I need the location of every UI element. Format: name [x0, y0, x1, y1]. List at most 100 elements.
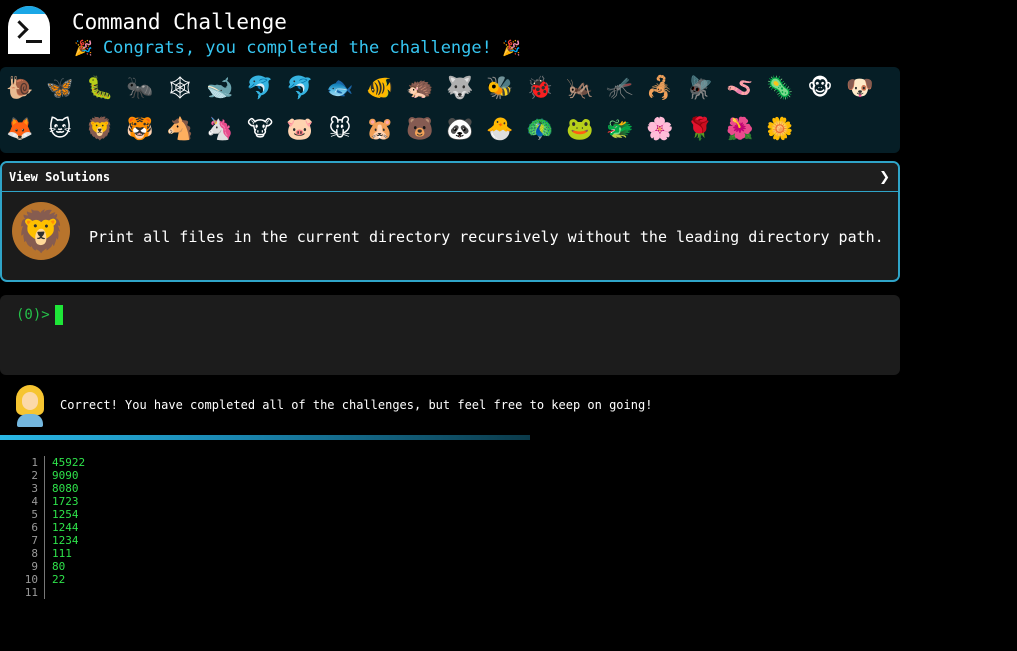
challenge-animal-icon[interactable]: 🐲 [600, 109, 640, 149]
challenge-animal-icon[interactable]: 🐱 [40, 109, 80, 149]
output-value: 8080 [52, 482, 79, 495]
party-popper-icon: 🎉 [502, 39, 521, 57]
challenge-animal-icon[interactable]: 🐺 [440, 68, 480, 108]
challenge-animal-icon[interactable]: 🦊 [0, 109, 40, 149]
line-number: 5 [0, 508, 45, 521]
output-line: 5 1254 [0, 508, 400, 521]
challenge-animal-icon[interactable]: 🦠 [760, 68, 800, 108]
challenge-animal-icon[interactable]: 🐸 [560, 109, 600, 149]
command-output: 1 45922 2 9090 3 8080 4 1723 5 1254 6 1244 7 1234 8 111… [0, 456, 400, 599]
output-line: 7 1234 [0, 534, 400, 547]
output-value: 1234 [52, 534, 79, 547]
output-line: 9 80 [0, 560, 400, 573]
output-value: 1723 [52, 495, 79, 508]
challenge-animal-icon[interactable]: 🕸 [160, 68, 200, 108]
terminal-input[interactable]: (0)> [0, 295, 900, 375]
terminal-prompt: (0)> [16, 307, 50, 323]
solutions-panel: View Solutions ❯ 🦁 Print all files in th… [0, 161, 900, 282]
output-value: 1254 [52, 508, 79, 521]
challenge-animal-icon[interactable]: 🦄 [200, 109, 240, 149]
challenge-animal-icon[interactable]: 🐵 [800, 68, 840, 108]
challenge-animal-icon[interactable]: 🐷 [280, 109, 320, 149]
progress-bar [0, 435, 530, 440]
animal-row: 🐌 🦋 🐛 🐜 🕸 🐋 🐬 🐬 🐟 🐠 🦔 🐺 🐝 🐞 🦗 🦟 🦂 🪰 🪱 🦠 🐵 🐶 [0, 68, 880, 108]
terminal-logo-icon[interactable] [8, 6, 50, 54]
challenge-animal-icon[interactable]: 🐜 [120, 68, 160, 108]
chevron-right-icon[interactable]: ❯ [879, 170, 890, 185]
challenge-animal-icon[interactable]: 🐯 [120, 109, 160, 149]
animal-row: 🦊 🐱 🦁 🐯 🐴 🦄 🐮 🐷 🐭 🐹 🐻 🐼 🐣 🦚 🐸 🐲 🌸 🌹 🌺 🌼 [0, 109, 800, 149]
challenge-animal-icon[interactable]: 🪰 [680, 68, 720, 108]
output-value: 22 [52, 573, 66, 586]
output-line: 11 [0, 586, 400, 599]
challenge-animal-icon[interactable]: 🌺 [720, 109, 760, 149]
line-number: 3 [0, 482, 45, 495]
challenge-animal-icon[interactable]: 🐴 [160, 109, 200, 149]
challenge-animal-icon[interactable]: 🐣 [480, 109, 520, 149]
challenge-animal-icon[interactable]: 🐛 [80, 68, 120, 108]
output-value: 9090 [52, 469, 79, 482]
terminal-cursor [55, 305, 63, 325]
output-line: 3 8080 [0, 482, 400, 495]
progress-fill [0, 435, 530, 440]
challenge-animal-icon[interactable]: 🦚 [520, 109, 560, 149]
view-solutions-toggle[interactable]: View Solutions ❯ [2, 163, 898, 192]
challenge-animal-icon[interactable]: 🐬 [240, 68, 280, 108]
line-number: 1 [0, 456, 45, 469]
lion-avatar-icon: 🦁 [12, 202, 70, 260]
output-value: 45922 [52, 456, 86, 469]
challenge-animal-icon[interactable]: 🌼 [760, 109, 800, 149]
challenge-animal-icon[interactable]: 🐬 [280, 68, 320, 108]
challenge-animal-icon[interactable]: 🐹 [360, 109, 400, 149]
challenge-animal-icon[interactable]: 🐋 [200, 68, 240, 108]
result-text: Correct! You have completed all of the c… [60, 398, 653, 412]
output-line: 6 1244 [0, 521, 400, 534]
line-number: 2 [0, 469, 45, 482]
line-number: 4 [0, 495, 45, 508]
output-line: 1 45922 [0, 456, 400, 469]
congrats-message: 🎉 Congrats, you completed the challenge!… [74, 38, 521, 58]
page-title: Command Challenge [72, 10, 287, 34]
output-line: 8 111 [0, 547, 400, 560]
challenge-animal-icon[interactable]: 🐝 [480, 68, 520, 108]
line-number: 7 [0, 534, 45, 547]
challenge-animal-icon[interactable]: 🐞 [520, 68, 560, 108]
congrats-text: Congrats, you completed the challenge! [102, 38, 492, 58]
challenge-animal-icon[interactable]: 🐶 [840, 68, 880, 108]
challenge-animal-icon[interactable]: 🐼 [440, 109, 480, 149]
line-number: 8 [0, 547, 45, 560]
challenge-animal-icon[interactable]: 🦟 [600, 68, 640, 108]
challenge-animal-icon[interactable]: 🐭 [320, 109, 360, 149]
challenge-animal-icon[interactable]: 🐠 [360, 68, 400, 108]
header: Command Challenge 🎉 Congrats, you comple… [0, 0, 1017, 66]
output-value: 111 [52, 547, 72, 560]
woman-avatar-icon [14, 385, 46, 427]
line-number: 6 [0, 521, 45, 534]
challenge-animal-icon[interactable]: 🌸 [640, 109, 680, 149]
challenge-animal-icon[interactable]: 🐮 [240, 109, 280, 149]
result-message: Correct! You have completed all of the c… [0, 383, 1017, 429]
line-number: 10 [0, 573, 45, 586]
output-line: 2 9090 [0, 469, 400, 482]
line-number: 9 [0, 560, 45, 573]
challenge-animal-icon[interactable]: 🪱 [720, 68, 760, 108]
challenge-animal-icon[interactable]: 🌹 [680, 109, 720, 149]
challenge-animal-icon[interactable]: 🐟 [320, 68, 360, 108]
challenge-animal-grid: 🐌 🦋 🐛 🐜 🕸 🐋 🐬 🐬 🐟 🐠 🦔 🐺 🐝 🐞 🦗 🦟 🦂 🪰 🪱 🦠 🐵 🐶 🦊 🐱 🦁 🐯 🐴 🦄 🐮 🐷 🐭 🐹 🐻 🐼 🐣 🦚 🐸 🐲 🌸… [0, 67, 900, 153]
challenge-animal-icon[interactable]: 🦗 [560, 68, 600, 108]
challenge-animal-icon[interactable]: 🐌 [0, 68, 40, 108]
challenge-body: 🦁 Print all files in the current directo… [2, 192, 898, 279]
line-number: 11 [0, 586, 45, 599]
challenge-animal-icon[interactable]: 🦋 [40, 68, 80, 108]
challenge-animal-icon[interactable]: 🦔 [400, 68, 440, 108]
output-line: 10 22 [0, 573, 400, 586]
challenge-task: Print all files in the current directory… [89, 228, 884, 246]
challenge-animal-icon[interactable]: 🐻 [400, 109, 440, 149]
party-popper-icon: 🎉 [74, 39, 93, 57]
challenge-animal-icon[interactable]: 🦁 [80, 109, 120, 149]
challenge-animal-icon[interactable]: 🦂 [640, 68, 680, 108]
output-value: 1244 [52, 521, 79, 534]
output-value: 80 [52, 560, 66, 573]
output-value [45, 586, 52, 599]
output-line: 4 1723 [0, 495, 400, 508]
